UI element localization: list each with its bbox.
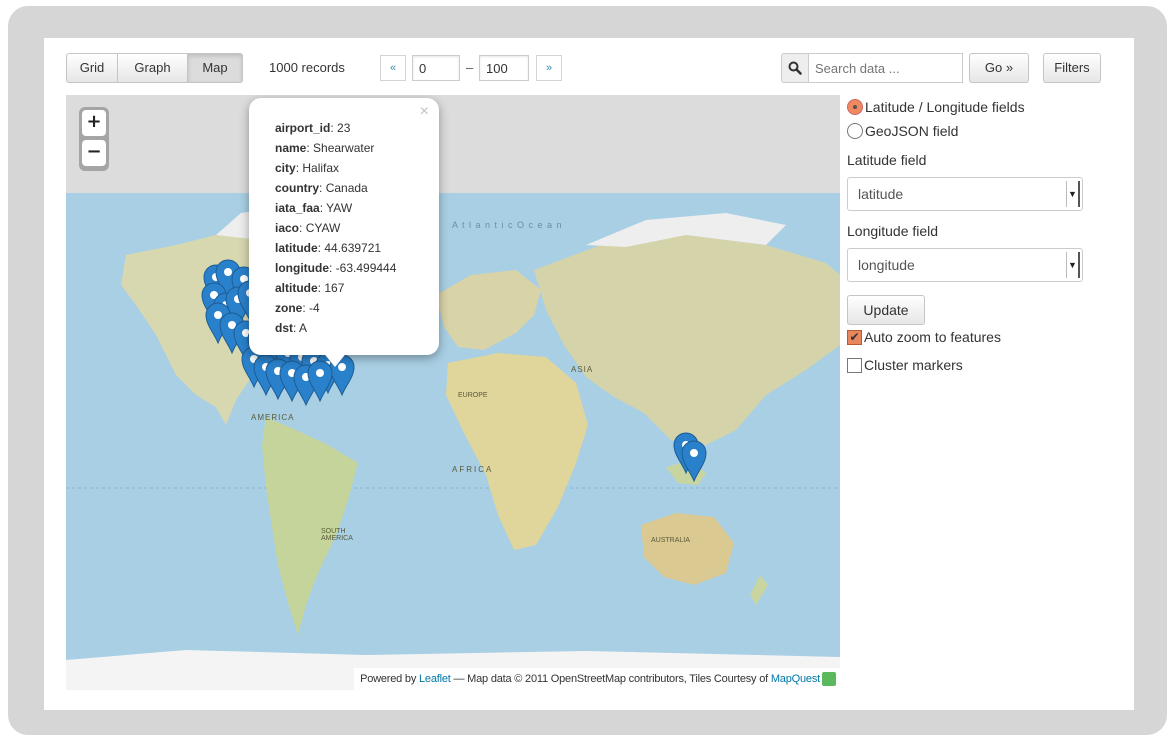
pager-from-input[interactable]	[412, 55, 460, 81]
attribution-map-data: — Map data © 2011 OpenStreetMap contribu…	[450, 673, 771, 685]
checkbox-unchecked-icon[interactable]	[847, 357, 862, 373]
update-button[interactable]: Update	[847, 295, 925, 325]
popup-tip	[322, 351, 348, 367]
popup-fields: airport_id: 23 name: Shearwater city: Hali…	[275, 118, 421, 338]
popup-field-value: Canada	[325, 181, 368, 195]
popup-field-key: airport_id	[275, 121, 331, 135]
zoom-control: + −	[79, 107, 109, 171]
popup-field-key: latitude	[275, 241, 318, 255]
popup-field-row: iata_faa: YAW	[275, 201, 353, 215]
popup-field-value: 23	[337, 121, 351, 135]
popup-field-key: dst	[275, 321, 293, 335]
toolbar: Grid Graph Map 1000 records « – » Go » F…	[66, 53, 1116, 85]
popup-field-row: altitude: 167	[275, 281, 345, 295]
popup-field-row: dst: A	[275, 321, 308, 335]
go-button[interactable]: Go »	[969, 53, 1029, 83]
longitude-field-label: Longitude field	[847, 223, 939, 239]
popup-close-button[interactable]: ×	[420, 104, 429, 120]
radio-geojson-field[interactable]: GeoJSON field	[847, 123, 958, 143]
map-view[interactable]: A t l a n t i c O c e a n AMERICA ASIA E…	[66, 95, 840, 690]
zoom-in-button[interactable]: +	[82, 110, 106, 136]
map-marker-icon[interactable]	[681, 440, 707, 483]
popup-field-row: zone: -4	[275, 301, 320, 315]
latitude-field-label: Latitude field	[847, 152, 927, 168]
longitude-field-select[interactable]: longitude ▼	[847, 248, 1083, 282]
chevron-down-icon: ▼	[1066, 181, 1080, 207]
popup-field-row: airport_id: 23	[275, 121, 351, 135]
popup-field-value: -63.499444	[335, 261, 397, 275]
leaflet-link[interactable]: Leaflet	[419, 673, 451, 685]
popup-field-key: iata_faa	[275, 201, 320, 215]
popup-field-key: city	[275, 161, 296, 175]
latitude-field-value: latitude	[858, 186, 904, 202]
chevron-down-icon: ▼	[1066, 252, 1080, 278]
popup-field-key: iaco	[275, 221, 300, 235]
filters-button[interactable]: Filters	[1043, 53, 1101, 83]
records-count: 1000 records	[269, 60, 345, 75]
latitude-field-select[interactable]: latitude ▼	[847, 177, 1083, 211]
pager-prev-button[interactable]: «	[380, 55, 406, 81]
search-icon	[781, 53, 809, 83]
auto-zoom-label: Auto zoom to features	[864, 329, 1001, 345]
popup-field-value: YAW	[326, 201, 353, 215]
checkbox-checked-icon[interactable]: ✔	[847, 329, 862, 345]
popup-field-key: longitude	[275, 261, 329, 275]
popup-field-value: 167	[324, 281, 345, 295]
cluster-markers-checkbox-row[interactable]: Cluster markers	[847, 357, 963, 377]
tab-graph[interactable]: Graph	[118, 53, 188, 83]
radio-geojson-label: GeoJSON field	[865, 123, 959, 139]
cluster-markers-label: Cluster markers	[864, 357, 963, 373]
popup-field-row: name: Shearwater	[275, 141, 375, 155]
auto-zoom-checkbox-row[interactable]: ✔ Auto zoom to features	[847, 329, 1001, 349]
mapquest-logo-icon	[822, 672, 836, 687]
popup-field-row: longitude: -63.499444	[275, 261, 397, 275]
radio-selected-icon[interactable]	[847, 99, 863, 116]
attribution-powered-by: Powered by	[360, 673, 420, 685]
popup-field-key: name	[275, 141, 307, 155]
popup-field-key: zone	[275, 301, 303, 315]
popup-field-key: altitude	[275, 281, 318, 295]
popup-field-value: 44.639721	[324, 241, 382, 255]
popup-field-key: country	[275, 181, 320, 195]
popup-field-row: latitude: 44.639721	[275, 241, 382, 255]
radio-unselected-icon[interactable]	[847, 123, 863, 140]
popup-field-value: Shearwater	[313, 141, 375, 155]
data-explorer-panel: Grid Graph Map 1000 records « – » Go » F…	[44, 38, 1134, 710]
popup-field-row: iaco: CYAW	[275, 221, 341, 235]
pager-next-button[interactable]: »	[536, 55, 562, 81]
pager-dash: –	[466, 60, 474, 75]
popup-field-value: CYAW	[305, 221, 341, 235]
radio-latlon-label: Latitude / Longitude fields	[865, 99, 1025, 115]
longitude-field-value: longitude	[858, 257, 915, 273]
pager-to-input[interactable]	[479, 55, 529, 81]
map-attribution: Powered by Leaflet — Map data © 2011 Ope…	[354, 668, 840, 690]
radio-latlon-fields[interactable]: Latitude / Longitude fields	[847, 99, 1025, 119]
marker-popup: × airport_id: 23 name: Shearwater city: Ha…	[249, 98, 439, 355]
zoom-out-button[interactable]: −	[82, 140, 106, 166]
search-input[interactable]	[809, 53, 963, 83]
marker-layer	[201, 259, 707, 483]
mapquest-link[interactable]: MapQuest	[771, 673, 820, 685]
popup-field-value: -4	[309, 301, 320, 315]
popup-field-value: Halifax	[302, 161, 340, 175]
tab-map[interactable]: Map	[188, 53, 243, 83]
popup-field-value: A	[299, 321, 308, 335]
tab-grid[interactable]: Grid	[66, 53, 118, 83]
popup-field-row: country: Canada	[275, 181, 368, 195]
popup-field-row: city: Halifax	[275, 161, 340, 175]
